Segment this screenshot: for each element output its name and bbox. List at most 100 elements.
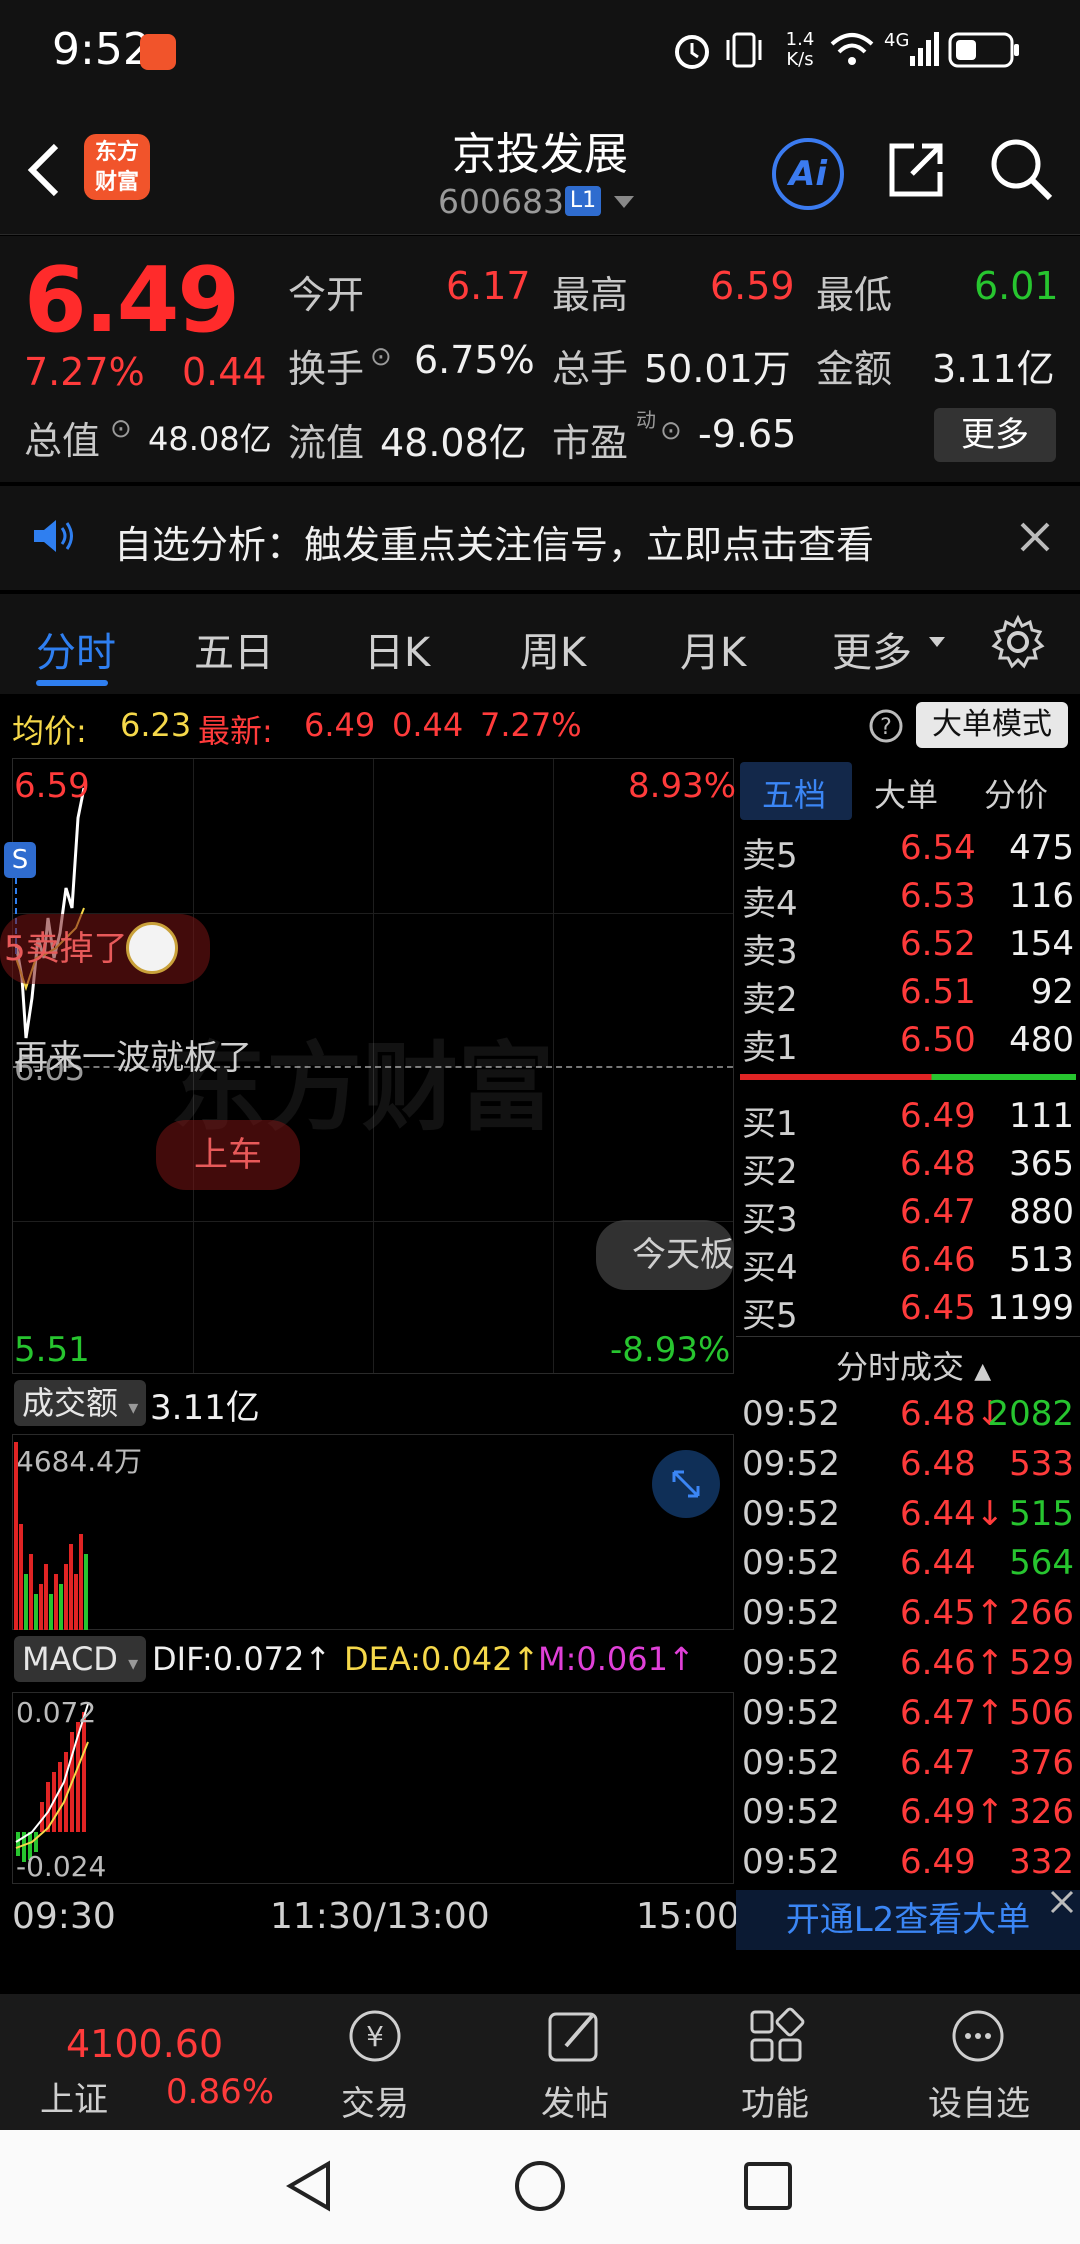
ask-row[interactable]: 卖3 6.52 154 [742, 924, 1078, 972]
nav-back-icon[interactable] [282, 2158, 338, 2214]
macd-m: M:0.061↑ [538, 1640, 695, 1678]
more-button[interactable]: 更多 [934, 408, 1056, 462]
tab-intraday[interactable]: 分时 [36, 620, 116, 678]
comment-bubble-board[interactable]: 上车 [156, 1120, 300, 1190]
ask-row[interactable]: 卖5 6.54 475 [742, 828, 1078, 876]
tick-row-label: 09:52 [742, 1543, 840, 1584]
nav-trade[interactable]: 交易 [300, 2076, 450, 2125]
bid-row[interactable]: 买3 6.47 880 [742, 1192, 1078, 1240]
post-icon[interactable] [544, 2006, 604, 2066]
tick-row-price: 6.45↑ [900, 1593, 1005, 1634]
bid-row[interactable]: 买4 6.46 513 [742, 1240, 1078, 1288]
tab-large-orders[interactable]: 大单 [874, 770, 938, 816]
vibrate-icon [726, 32, 762, 68]
tick-row[interactable]: 09:52 6.45↑ 266 [742, 1593, 1078, 1637]
nav-post[interactable]: 发帖 [500, 2076, 650, 2125]
index-pct[interactable]: 0.86% [166, 2072, 274, 2112]
ask-row[interactable]: 卖2 6.51 92 [742, 972, 1078, 1020]
chart-top-pct: 8.93% [628, 766, 737, 806]
bid-row[interactable]: 买2 6.48 365 [742, 1144, 1078, 1192]
help-icon[interactable]: ? [868, 708, 904, 744]
bid-row[interactable]: 买1 6.49 111 [742, 1096, 1078, 1144]
sell-marker[interactable]: S [4, 842, 36, 878]
close-banner-icon[interactable] [1048, 1888, 1076, 1916]
tick-row-volume: 332 [1009, 1842, 1074, 1883]
macd-bottom: -0.024 [16, 1850, 107, 1883]
speaker-icon [34, 520, 73, 552]
ask-row-label: 卖2 [742, 980, 798, 1020]
tick-row[interactable]: 09:52 6.44↓ 515 [742, 1494, 1078, 1538]
ask-row-price: 6.53 [900, 876, 976, 916]
add-watchlist-icon[interactable] [948, 2006, 1008, 2066]
ask-row-volume: 475 [1009, 828, 1074, 868]
ai-assistant-button[interactable]: Ai [772, 138, 844, 210]
index-value[interactable]: 4100.60 [66, 2022, 223, 2066]
tick-row[interactable]: 09:52 6.48↓ 2082 [742, 1394, 1078, 1438]
share-icon[interactable] [884, 138, 948, 202]
tick-row[interactable]: 09:52 6.48 533 [742, 1444, 1078, 1488]
network-type: 4G [884, 30, 910, 51]
functions-icon[interactable] [746, 2006, 806, 2066]
pe-label: 市盈 [552, 421, 629, 465]
l2-upgrade-banner[interactable]: 开通L2查看大单 [736, 1890, 1080, 1950]
comment-text-2[interactable]: 再来一波就板了 [14, 1030, 252, 1079]
expand-icon [672, 1470, 700, 1498]
tick-row[interactable]: 09:52 6.47 376 [742, 1743, 1078, 1787]
close-icon[interactable] [1018, 520, 1052, 554]
ask-row[interactable]: 卖4 6.53 116 [742, 876, 1078, 924]
tab-more[interactable]: 更多 [832, 620, 912, 678]
tick-row-label: 09:52 [742, 1643, 840, 1683]
tab-monthly-k[interactable]: 月K [680, 620, 746, 678]
tab-five-level[interactable]: 五档 [762, 770, 826, 816]
expand-button[interactable] [652, 1450, 720, 1518]
bid-row[interactable]: 买5 6.45 1199 [742, 1288, 1078, 1336]
bid-row-price: 6.45 [900, 1288, 976, 1328]
bid-row-volume: 880 [1009, 1192, 1074, 1232]
change-percent: 7.27% [24, 350, 145, 394]
nav-functions[interactable]: 功能 [700, 2076, 850, 2125]
bid-row-price: 6.48 [900, 1144, 976, 1184]
tick-row[interactable]: 09:52 6.44 564 [742, 1543, 1078, 1587]
high-value: 6.59 [710, 264, 795, 308]
tick-row-label: 09:52 [742, 1493, 840, 1534]
tab-daily-k[interactable]: 日K [364, 620, 430, 678]
turnover-info-icon[interactable]: ⊙ [370, 342, 392, 372]
tick-row[interactable]: 09:52 6.49 332 [742, 1842, 1078, 1886]
ticks-title[interactable]: 分时成交 ▲ [836, 1342, 991, 1388]
macd-chart [12, 1692, 734, 1884]
nav-recents-icon[interactable] [742, 2160, 794, 2212]
tick-row[interactable]: 09:52 6.46↑ 529 [742, 1643, 1078, 1687]
status-time: 9:52 [52, 24, 151, 75]
macd-indicator-select[interactable]: MACD ▾ [14, 1636, 147, 1682]
chart-bottom-price: 5.51 [14, 1330, 90, 1370]
pe-info-icon[interactable]: ⊙ [660, 416, 682, 446]
info-icon[interactable]: ⊙ [110, 414, 132, 444]
current-price: 6.49 [24, 248, 240, 353]
nav-add-watchlist[interactable]: 设自选 [904, 2076, 1054, 2125]
volume-indicator-select[interactable]: 成交额 ▾ [14, 1380, 147, 1426]
large-order-mode-button[interactable]: 大单模式 [916, 702, 1068, 748]
svg-text:?: ? [880, 715, 892, 740]
tick-row[interactable]: 09:52 6.47↑ 506 [742, 1693, 1078, 1737]
comment-bubble[interactable]: 5卖掉了 [0, 914, 210, 984]
index-name[interactable]: 上证 [40, 2072, 108, 2121]
caret-down-icon[interactable] [612, 194, 636, 210]
comment-text: 5卖掉了 [4, 929, 128, 969]
trade-icon[interactable]: ¥ [342, 2006, 408, 2066]
ask-row-volume: 154 [1009, 924, 1074, 964]
tick-row-volume: 376 [1009, 1742, 1074, 1783]
tab-price-distribution[interactable]: 分价 [984, 770, 1048, 816]
tick-row-volume: 533 [1009, 1443, 1074, 1484]
settings-gear-icon[interactable] [990, 614, 1046, 670]
latest-value: 6.49 [304, 706, 376, 744]
comment-bubble-today[interactable]: 今天板 [596, 1220, 734, 1290]
ask-row[interactable]: 卖1 6.50 480 [742, 1020, 1078, 1068]
bid-row-volume: 1199 [987, 1288, 1074, 1328]
tab-five-day[interactable]: 五日 [194, 620, 274, 678]
tick-row[interactable]: 09:52 6.49↑ 326 [742, 1792, 1078, 1836]
tab-weekly-k[interactable]: 周K [520, 620, 586, 678]
search-icon[interactable] [986, 134, 1056, 204]
amount-label: 金额 [816, 347, 893, 391]
notice-text[interactable]: 自选分析：触发重点关注信号，立即点击查看 [114, 514, 874, 569]
nav-home-icon[interactable] [512, 2158, 568, 2214]
